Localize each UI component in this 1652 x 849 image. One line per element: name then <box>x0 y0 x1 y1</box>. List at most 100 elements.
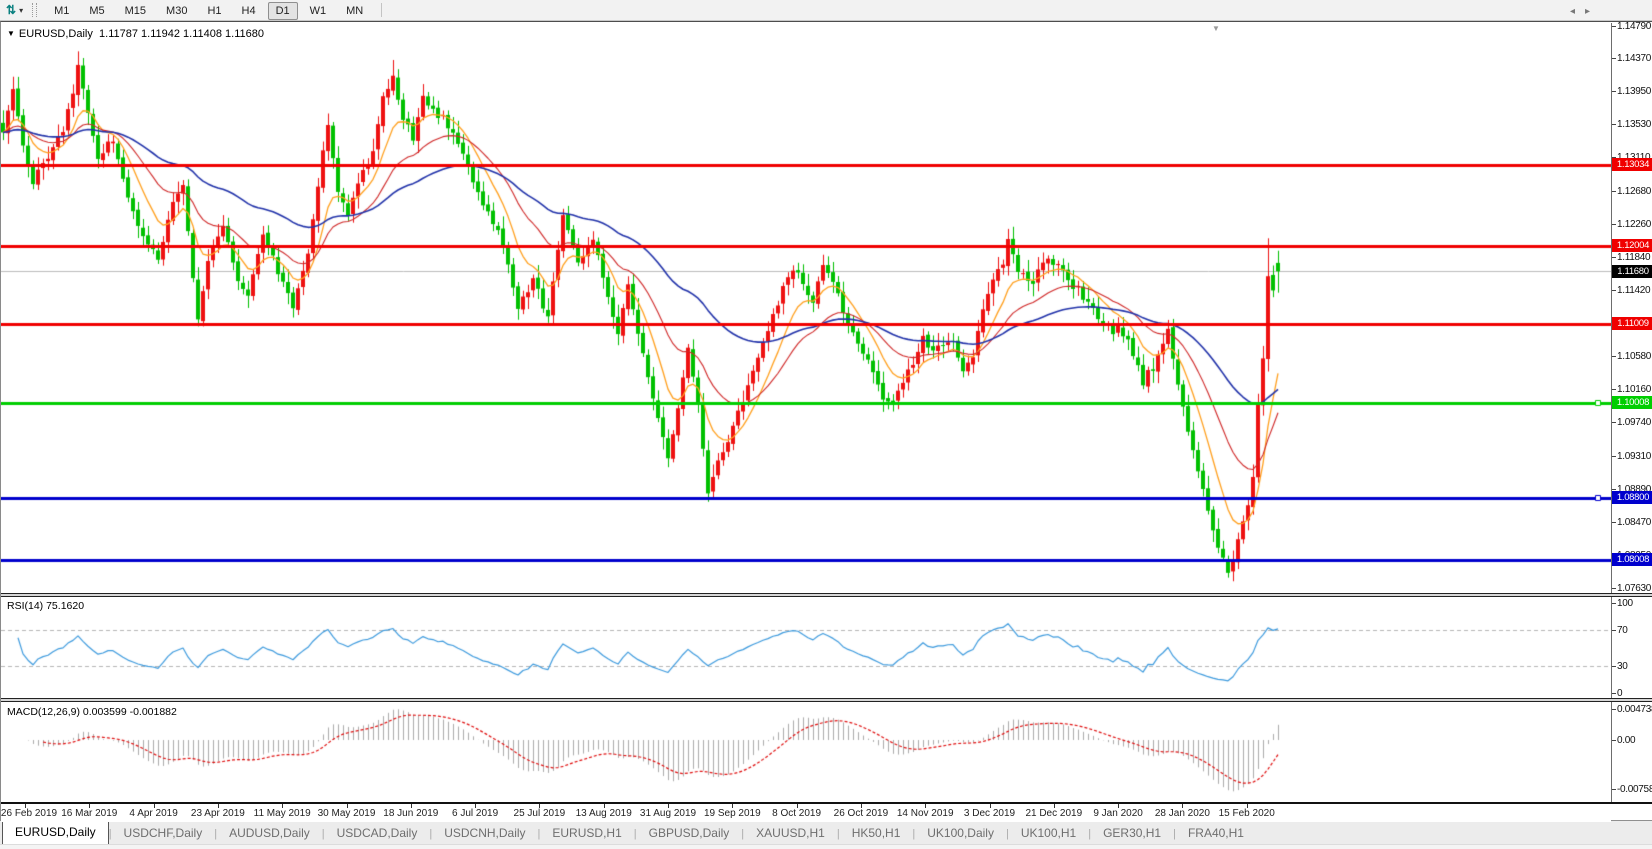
hline-price-label[interactable]: 1.11009 <box>1612 317 1652 330</box>
timeframe-buttons: M1M5 M15M30H1 H4D1W1MN <box>44 1 373 20</box>
timeframe-button-W1[interactable]: W1 <box>302 2 335 20</box>
axis-tick-mark <box>1612 26 1616 27</box>
timeframe-button-D1[interactable]: D1 <box>268 2 298 20</box>
axis-tick-mark <box>1612 224 1616 225</box>
date-tick-label: 4 Apr 2019 <box>129 808 177 819</box>
macd-indicator-chart[interactable] <box>1 703 1611 802</box>
toolbar-separator <box>381 3 382 17</box>
axis-tick-mark <box>1612 191 1616 192</box>
axis-tick-mark <box>1612 603 1616 604</box>
price-tick-label: 1.09310 <box>1617 451 1651 462</box>
main-price-chart[interactable] <box>1 23 1611 593</box>
axis-tick-mark <box>1612 693 1616 694</box>
date-tick-label: 3 Dec 2019 <box>964 808 1015 819</box>
axis-tick-mark <box>1612 709 1616 710</box>
axis-tick-mark <box>1612 257 1616 258</box>
date-tick-label: 9 Jan 2020 <box>1093 808 1143 819</box>
hline-price-label[interactable]: 1.08008 <box>1612 553 1652 566</box>
chart-ohlc-values: 1.11787 1.11942 1.11408 1.11680 <box>99 28 264 40</box>
price-axis[interactable]: 1.147901.143701.139501.135301.131101.126… <box>1611 23 1652 802</box>
chevron-down-icon[interactable]: ▾ <box>19 6 23 15</box>
chart-tab-GER30-H1[interactable]: GER30,H1 <box>1091 823 1173 844</box>
axis-tick-mark <box>1612 91 1616 92</box>
chart-tab-FRA40-H1[interactable]: FRA40,H1 <box>1176 823 1256 844</box>
timeframe-toolbar: ⇅ ▾ M1M5 M15M30H1 H4D1W1MN <box>0 0 1652 21</box>
timeframe-button-MN[interactable]: MN <box>338 2 371 20</box>
macd-tick-label: 0.00 <box>1617 735 1635 746</box>
date-tick-label: 28 Jan 2020 <box>1155 808 1210 819</box>
rsi-indicator-chart[interactable] <box>1 598 1611 698</box>
tab-scroll-arrows: ◂▸ <box>1570 6 1600 17</box>
date-tick-label: 6 Jul 2019 <box>452 808 498 819</box>
hline-price-label[interactable]: 1.08800 <box>1612 491 1652 504</box>
timeframe-button-M5[interactable]: M5 <box>81 2 112 20</box>
toolbar-grip <box>32 3 37 17</box>
price-tick-label: 1.14790 <box>1617 21 1651 32</box>
chart-tab-GBPUSD-Daily[interactable]: GBPUSD,Daily <box>637 823 742 844</box>
price-tick-label: 1.12680 <box>1617 186 1651 197</box>
timeframe-button-H4[interactable]: H4 <box>234 2 264 20</box>
status-strip <box>0 844 1652 849</box>
axis-tick-mark <box>1612 124 1616 125</box>
axis-tick-mark <box>1612 489 1616 490</box>
price-tick-label: 1.13950 <box>1617 86 1651 97</box>
chart-tab-HK50-H1[interactable]: HK50,H1 <box>840 823 913 844</box>
tab-scroll-left-icon[interactable]: ◂ <box>1570 6 1585 17</box>
price-tick-label: 1.08470 <box>1617 517 1651 528</box>
chart-tab-UK100-H1[interactable]: UK100,H1 <box>1009 823 1088 844</box>
hline-price-label[interactable]: 1.12004 <box>1612 239 1652 252</box>
tab-scroll-right-icon[interactable]: ▸ <box>1585 6 1600 17</box>
axis-tick-mark <box>1612 666 1616 667</box>
time-axis[interactable]: 26 Feb 201916 Mar 20194 Apr 201923 Apr 2… <box>1 804 1611 822</box>
hline-price-label[interactable]: 1.10008 <box>1612 396 1652 409</box>
chart-window: ▼ EURUSD,Daily 1.11787 1.11942 1.11408 1.… <box>0 21 1652 820</box>
macd-tick-label: -0.007584 <box>1617 784 1652 795</box>
axis-tick-mark <box>1612 740 1616 741</box>
rsi-tick-label: 30 <box>1617 661 1628 672</box>
mt4-terminal-window: ⇅ ▾ M1M5 M15M30H1 H4D1W1MN ▼ EURUSD,Daily 1… <box>0 0 1652 849</box>
chart-tab-AUDUSD-Daily[interactable]: AUDUSD,Daily <box>217 823 322 844</box>
axis-tick-mark <box>1612 588 1616 589</box>
timeframe-button-M30[interactable]: M30 <box>158 2 195 20</box>
price-tick-label: 1.13530 <box>1617 119 1651 130</box>
chart-tab-USDCHF-Daily[interactable]: USDCHF,Daily <box>112 823 215 844</box>
pane-splitter-macd[interactable] <box>1 698 1652 702</box>
date-tick-label: 8 Oct 2019 <box>772 808 821 819</box>
price-tick-label: 1.10160 <box>1617 384 1651 395</box>
price-tick-label: 1.14370 <box>1617 53 1651 64</box>
price-tick-label: 1.11420 <box>1617 285 1650 296</box>
date-tick-label: 30 May 2019 <box>318 808 376 819</box>
collapse-arrow-icon[interactable]: ▼ <box>7 29 15 38</box>
chart-bottom-border <box>1 802 1652 804</box>
price-tick-label: 1.10580 <box>1617 351 1651 362</box>
rsi-tick-label: 70 <box>1617 625 1628 636</box>
axis-tick-mark <box>1612 456 1616 457</box>
axis-tick-mark <box>1612 789 1616 790</box>
date-tick-label: 26 Feb 2019 <box>1 808 57 819</box>
chart-menu-icon[interactable]: ⇅ <box>6 3 16 17</box>
price-tick-label: 1.12260 <box>1617 219 1651 230</box>
chart-tab-EURUSD-Daily[interactable]: EURUSD,Daily <box>2 821 109 845</box>
hline-price-label[interactable]: 1.13034 <box>1612 158 1652 171</box>
chart-symbol-label: EURUSD,Daily <box>19 28 93 40</box>
timeframe-button-H1[interactable]: H1 <box>199 2 229 20</box>
current-price-label: 1.11680 <box>1612 265 1652 278</box>
date-tick-label: 13 Aug 2019 <box>576 808 632 819</box>
timeframe-button-M15[interactable]: M15 <box>117 2 154 20</box>
date-tick-label: 14 Nov 2019 <box>897 808 954 819</box>
chart-tab-USDCNH-Daily[interactable]: USDCNH,Daily <box>432 823 537 844</box>
axis-tick-mark <box>1612 290 1616 291</box>
chart-tab-UK100-Daily[interactable]: UK100,Daily <box>915 823 1006 844</box>
date-tick-label: 31 Aug 2019 <box>640 808 696 819</box>
chart-tab-EURUSD-H1[interactable]: EURUSD,H1 <box>540 823 633 844</box>
date-tick-label: 15 Feb 2020 <box>1219 808 1275 819</box>
timeframe-button-M1[interactable]: M1 <box>46 2 77 20</box>
shift-marker-icon[interactable]: ▼ <box>1212 24 1220 33</box>
axis-tick-mark <box>1612 422 1616 423</box>
date-tick-label: 21 Dec 2019 <box>1025 808 1082 819</box>
date-tick-label: 26 Oct 2019 <box>834 808 888 819</box>
chart-tab-USDCAD-Daily[interactable]: USDCAD,Daily <box>325 823 430 844</box>
axis-tick-mark <box>1612 630 1616 631</box>
chart-tab-XAUUSD-H1[interactable]: XAUUSD,H1 <box>744 823 837 844</box>
pane-splitter-rsi[interactable] <box>1 593 1652 597</box>
